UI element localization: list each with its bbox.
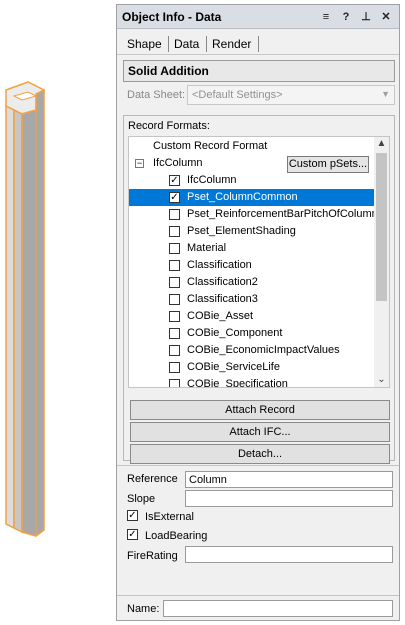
column-main-face <box>21 88 45 537</box>
tab-divider <box>258 36 259 52</box>
record-format-label: COBie_Component <box>187 327 283 339</box>
scroll-down-icon[interactable]: ⌄ <box>374 373 389 387</box>
record-format-item[interactable]: Classification <box>129 257 375 274</box>
is-external-label: IsExternal <box>145 511 194 523</box>
record-format-checkbox[interactable] <box>169 311 180 322</box>
column-3d-view[interactable] <box>0 70 80 550</box>
record-format-label: Classification <box>187 259 252 271</box>
name-field[interactable] <box>163 600 393 617</box>
custom-psets-button[interactable]: Custom pSets... <box>287 156 369 173</box>
tree-scrollbar[interactable]: ▲ ⌄ <box>374 137 389 387</box>
record-format-item[interactable]: COBie_ServiceLife <box>129 359 375 376</box>
scroll-up-icon[interactable]: ▲ <box>374 137 389 151</box>
custom-record-format-item[interactable]: Custom Record Format <box>129 138 375 155</box>
record-format-checkbox[interactable] <box>169 226 180 237</box>
attach-record-button[interactable]: Attach Record <box>130 400 390 420</box>
record-format-label: Pset_ReinforcementBarPitchOfColumn <box>187 208 378 220</box>
record-format-checkbox[interactable]: ✓ <box>169 192 180 203</box>
fire-rating-field[interactable] <box>185 546 393 563</box>
data-sheet-dropdown[interactable]: <Default Settings> ▼ <box>187 85 395 105</box>
palette-titlebar[interactable]: Object Info - Data ≡ ? ⊥ ✕ <box>117 5 399 29</box>
record-format-checkbox[interactable] <box>169 209 180 220</box>
is-external-checkbox[interactable]: ✓ <box>127 510 138 521</box>
load-bearing-label: LoadBearing <box>145 530 208 542</box>
record-format-checkbox[interactable] <box>169 277 180 288</box>
ifc-entity-label: IfcColumn <box>153 157 203 169</box>
data-sheet-label: Data Sheet: <box>127 89 186 101</box>
scroll-thumb[interactable] <box>376 153 387 301</box>
data-sheet-value: <Default Settings> <box>192 89 283 101</box>
object-info-palette: Object Info - Data ≡ ? ⊥ ✕ Shape Data Re… <box>116 4 400 621</box>
record-format-label: IfcColumn <box>187 174 237 186</box>
section-divider <box>117 465 399 466</box>
name-label: Name: <box>127 603 160 615</box>
record-format-label: Pset_ColumnCommon <box>187 191 298 203</box>
detach-button[interactable]: Detach... <box>130 444 390 464</box>
record-format-checkbox[interactable] <box>169 260 180 271</box>
column-left-face <box>5 104 15 530</box>
slope-label: Slope <box>127 493 156 505</box>
record-format-item[interactable]: Pset_ElementShading <box>129 223 375 240</box>
ifc-entity-node[interactable]: − IfcColumn Custom pSets... <box>129 155 375 173</box>
record-format-checkbox[interactable]: ✓ <box>169 175 180 186</box>
record-format-checkbox[interactable] <box>169 294 180 305</box>
record-format-checkbox[interactable] <box>169 328 180 339</box>
record-format-label: Classification3 <box>187 293 258 305</box>
tab-render[interactable]: Render <box>212 37 251 51</box>
slope-field[interactable] <box>185 490 393 507</box>
record-format-label: Material <box>187 242 227 254</box>
record-format-item[interactable]: Classification2 <box>129 274 375 291</box>
record-formats-label: Record Formats: <box>128 120 210 132</box>
load-bearing-checkbox[interactable]: ✓ <box>127 529 138 540</box>
record-format-item[interactable]: ✓ Pset_ColumnCommon <box>129 189 375 206</box>
record-format-label: COBie_EconomicImpactValues <box>187 344 340 356</box>
record-format-checkbox[interactable] <box>169 362 180 373</box>
record-format-item[interactable]: COBie_Specification <box>129 376 375 388</box>
close-icon[interactable]: ✕ <box>379 10 393 24</box>
record-format-item[interactable]: Pset_ReinforcementBarPitchOfColumn <box>129 206 378 223</box>
record-format-label: COBie_ServiceLife <box>187 361 280 373</box>
column-front-face <box>13 108 23 534</box>
tab-divider <box>168 36 169 52</box>
record-format-item[interactable]: COBie_Component <box>129 325 375 342</box>
pin-icon[interactable]: ⊥ <box>359 10 373 24</box>
record-format-checkbox[interactable] <box>169 243 180 254</box>
fire-rating-label: FireRating <box>127 550 178 562</box>
record-format-item[interactable]: COBie_Asset <box>129 308 375 325</box>
record-format-item[interactable]: Classification3 <box>129 291 375 308</box>
record-format-checkbox[interactable] <box>169 379 180 387</box>
tab-shape[interactable]: Shape <box>127 37 162 51</box>
collapse-icon[interactable]: − <box>135 159 144 168</box>
chevron-down-icon: ▼ <box>381 89 390 99</box>
record-format-label: COBie_Specification <box>187 378 288 388</box>
custom-record-format-label: Custom Record Format <box>153 140 268 152</box>
tab-divider <box>206 36 207 52</box>
record-format-label: Pset_ElementShading <box>187 225 296 237</box>
reference-field[interactable]: Column <box>185 471 393 488</box>
tab-data[interactable]: Data <box>174 37 199 51</box>
name-divider <box>117 595 399 596</box>
record-format-label: COBie_Asset <box>187 310 254 322</box>
tab-bar: Shape Data Render <box>117 31 399 55</box>
record-format-checkbox[interactable] <box>169 345 180 356</box>
record-formats-group: Record Formats: Custom Record Format − I… <box>123 115 395 464</box>
attach-ifc-button[interactable]: Attach IFC... <box>130 422 390 442</box>
palette-title: Object Info - Data <box>122 10 222 24</box>
help-icon[interactable]: ? <box>339 10 353 24</box>
record-format-item[interactable]: ✓ IfcColumn <box>129 172 375 189</box>
reference-label: Reference <box>127 473 178 485</box>
record-format-label: Classification2 <box>187 276 258 288</box>
record-format-item[interactable]: COBie_EconomicImpactValues <box>129 342 375 359</box>
menu-icon[interactable]: ≡ <box>319 10 333 24</box>
record-formats-tree[interactable]: Custom Record Format − IfcColumn Custom … <box>128 136 390 388</box>
object-type-header: Solid Addition <box>123 60 395 82</box>
record-format-item[interactable]: Material <box>129 240 375 257</box>
